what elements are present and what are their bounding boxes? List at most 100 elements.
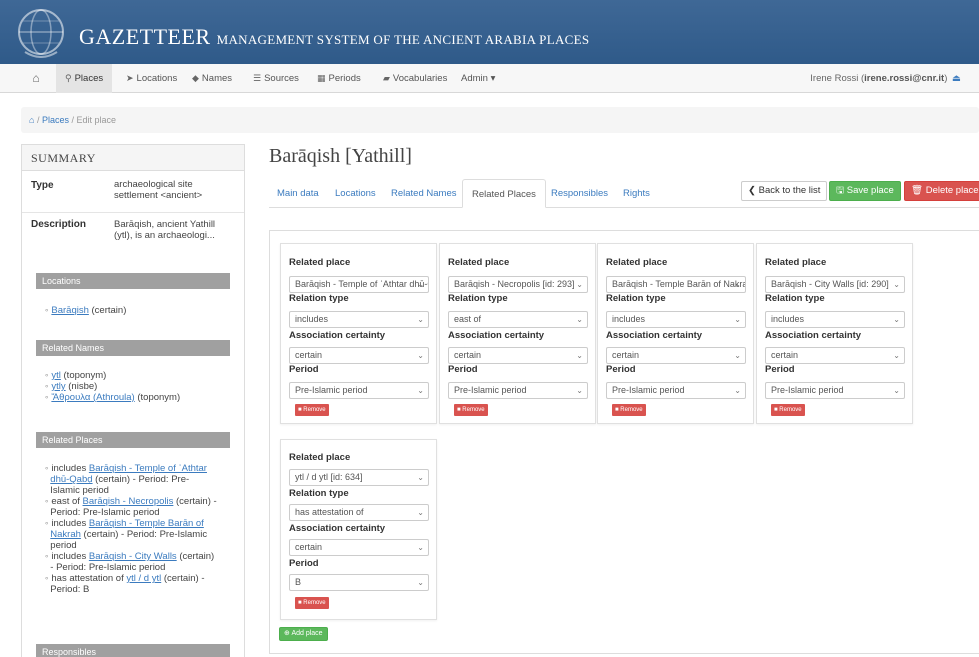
certainty-select[interactable]: certain ⌄ (765, 347, 905, 364)
trash-icon: 🗑 (911, 185, 924, 196)
brand-big: GAZETTEER (79, 24, 211, 49)
list-item: ◦ Ἄθρουλα (Athroula) (toponym) (45, 392, 181, 403)
nav-names[interactable]: ◆ Names (192, 64, 232, 93)
navbar: ⌂ ⚲ Places ➤ Locations ◆ Names ☰ Sources ▦ Pe… (0, 64, 979, 93)
list-item: ◦ ytl (toponym) (45, 370, 107, 381)
related-place-card: Related place ytl / d ytl [id: 634] ⌄ Rel… (280, 439, 437, 620)
nav-admin-dropdown[interactable]: Admin ▾ (461, 64, 495, 93)
tab-responsibles[interactable]: Responsibles (551, 179, 608, 208)
period-select[interactable]: B ⌄ (289, 574, 429, 591)
add-place-button[interactable]: ⊕ Add place (279, 627, 328, 641)
tab-related-names[interactable]: Related Names (391, 179, 456, 208)
save-icon: 🖫 (836, 185, 845, 196)
related-place-select[interactable]: Barāqish - City Walls [id: 290] ⌄ (765, 276, 905, 293)
tab-main-data[interactable]: Main data (277, 179, 319, 208)
period-select[interactable]: Pre-Islamic period ⌄ (765, 382, 905, 399)
map-marker-icon: ⚲ (65, 73, 72, 83)
tab-locations[interactable]: Locations (335, 179, 376, 208)
chevron-down-icon: ⌄ (734, 280, 741, 289)
summary-description-value: Barāqish, ancient Yathill (ytl), is an a… (114, 219, 216, 241)
certainty-select[interactable]: certain ⌄ (289, 347, 429, 364)
nav-locations[interactable]: ➤ Locations (126, 64, 177, 93)
nav-sources[interactable]: ☰ Sources (253, 64, 299, 93)
brand-title[interactable]: GAZETTEER MANAGEMENT SYSTEM OF THE ANCIEN… (79, 24, 589, 50)
list-item: ◦ east of Barāqish - Necropolis (certain)… (45, 496, 217, 518)
chevron-down-icon: ⌄ (734, 315, 741, 324)
nav-places[interactable]: ⚲ Places (56, 64, 113, 93)
relation-type-select[interactable]: includes ⌄ (289, 311, 429, 328)
calendar-icon: ▦ (317, 73, 326, 83)
related-place-select[interactable]: Barāqish - Temple of ʿAthtar dhū-Qabḍ⌄ (289, 276, 429, 293)
related-place-select[interactable]: Barāqish - Necropolis [id: 293] ⌄ (448, 276, 588, 293)
remove-button[interactable]: ■ Remove (454, 404, 488, 416)
delete-place-button[interactable]: 🗑 Delete place (904, 181, 979, 201)
remove-button[interactable]: ■ Remove (295, 597, 329, 609)
list-item: ◦ Barāqish (certain) (45, 305, 127, 316)
chevron-down-icon: ⌄ (576, 386, 583, 395)
nav-vocabularies[interactable]: ▰ Vocabularies (383, 64, 447, 93)
related-place-select[interactable]: Barāqish - Temple Barān of Nakrah ⌄ (606, 276, 746, 293)
summary-names-header: Related Names (36, 340, 230, 356)
period-select[interactable]: Pre-Islamic period ⌄ (448, 382, 588, 399)
certainty-select[interactable]: certain ⌄ (448, 347, 588, 364)
nav-home[interactable]: ⌂ (22, 64, 50, 93)
certainty-select[interactable]: certain ⌄ (289, 539, 429, 556)
user-link[interactable]: Irene Rossi (irene.rossi@cnr.it) ⏏ (810, 64, 961, 93)
chevron-down-icon: ⌄ (893, 315, 900, 324)
chevron-down-icon: ⌄ (576, 280, 583, 289)
chevron-down-icon: ⌄ (417, 508, 424, 517)
remove-button[interactable]: ■ Remove (771, 404, 805, 416)
period-select[interactable]: Pre-Islamic period ⌄ (289, 382, 429, 399)
list-item: ◦ includes Barāqish - Temple of ʿAthtar d… (45, 463, 207, 496)
header-banner: GAZETTEER MANAGEMENT SYSTEM OF THE ANCIEN… (0, 0, 979, 64)
remove-button[interactable]: ■ Remove (612, 404, 646, 416)
summary-description-label: Description (31, 219, 87, 230)
back-to-list-button[interactable]: ❮ Back to the list (741, 181, 828, 201)
save-place-button[interactable]: 🖫 Save place (829, 181, 901, 201)
tab-related-places[interactable]: Related Places (462, 179, 546, 208)
location-arrow-icon: ➤ (126, 73, 134, 83)
remove-button[interactable]: ■ Remove (295, 404, 329, 416)
period-select[interactable]: Pre-Islamic period ⌄ (606, 382, 746, 399)
list-item: ◦ includes Barāqish - Temple Barān of Nak… (45, 518, 208, 551)
summary-description-row: Description Barāqish, ancient Yathill (y… (22, 213, 244, 249)
chevron-down-icon: ⌄ (893, 351, 900, 360)
related-place-card: Related place Barāqish - Necropolis [id:… (439, 243, 596, 424)
summary-type-row: Type archaeological site settlement <anc… (22, 171, 244, 213)
breadcrumb: ⌂ / Places / Edit place (21, 107, 979, 133)
summary-title: SUMMARY (22, 145, 244, 171)
relation-type-select[interactable]: includes ⌄ (765, 311, 905, 328)
relation-type-select[interactable]: east of ⌄ (448, 311, 588, 328)
home-icon[interactable]: ⌂ (29, 115, 34, 125)
related-place-select[interactable]: ytl / d ytl [id: 634] ⌄ (289, 469, 429, 486)
relation-type-select[interactable]: includes ⌄ (606, 311, 746, 328)
relation-type-select[interactable]: has attestation of ⌄ (289, 504, 429, 521)
nav-periods[interactable]: ▦ Periods (317, 64, 361, 93)
list-item: ◦ includes Barāqish - City Walls (certain… (45, 551, 215, 573)
plus-circle-icon: ⊕ (284, 630, 290, 637)
user-email: irene.rossi@cnr.it (864, 73, 945, 84)
summary-locations-list: ◦ Barāqish (certain) (45, 305, 250, 316)
chevron-down-icon: ⌄ (576, 351, 583, 360)
chevron-down-icon: ⌄ (417, 351, 424, 360)
page-title: Barāqish [Yathill] (269, 145, 412, 167)
certainty-select[interactable]: certain ⌄ (606, 347, 746, 364)
tab-rights[interactable]: Rights (623, 179, 650, 208)
summary-places-list: ◦ includes Barāqish - Temple of ʿAthtar d… (45, 463, 235, 595)
chevron-down-icon: ⌄ (417, 543, 424, 552)
globe-logo-icon (18, 9, 64, 58)
chevron-left-icon: ❮ (748, 185, 756, 196)
logout-icon[interactable]: ⏏ (952, 73, 961, 84)
summary-locations-header: Locations (36, 273, 230, 289)
chevron-down-icon: ⌄ (417, 315, 424, 324)
related-place-card: Related place Barāqish - City Walls [id:… (756, 243, 913, 424)
summary-names-list: ◦ ytl (toponym) ◦ ytly (nisbe) ◦ Ἄθρουλα (A… (45, 370, 250, 403)
home-icon: ⌂ (32, 71, 40, 85)
summary-responsibles-header: Responsibles (36, 644, 230, 657)
breadcrumb-places[interactable]: Places (42, 115, 69, 125)
chevron-down-icon: ⌄ (893, 280, 900, 289)
brand-small: MANAGEMENT SYSTEM OF THE ANCIENT ARABIA … (216, 32, 590, 47)
chevron-down-icon: ⌄ (417, 578, 424, 587)
chevron-down-icon: ⌄ (734, 386, 741, 395)
summary-type-label: Type (31, 180, 54, 191)
